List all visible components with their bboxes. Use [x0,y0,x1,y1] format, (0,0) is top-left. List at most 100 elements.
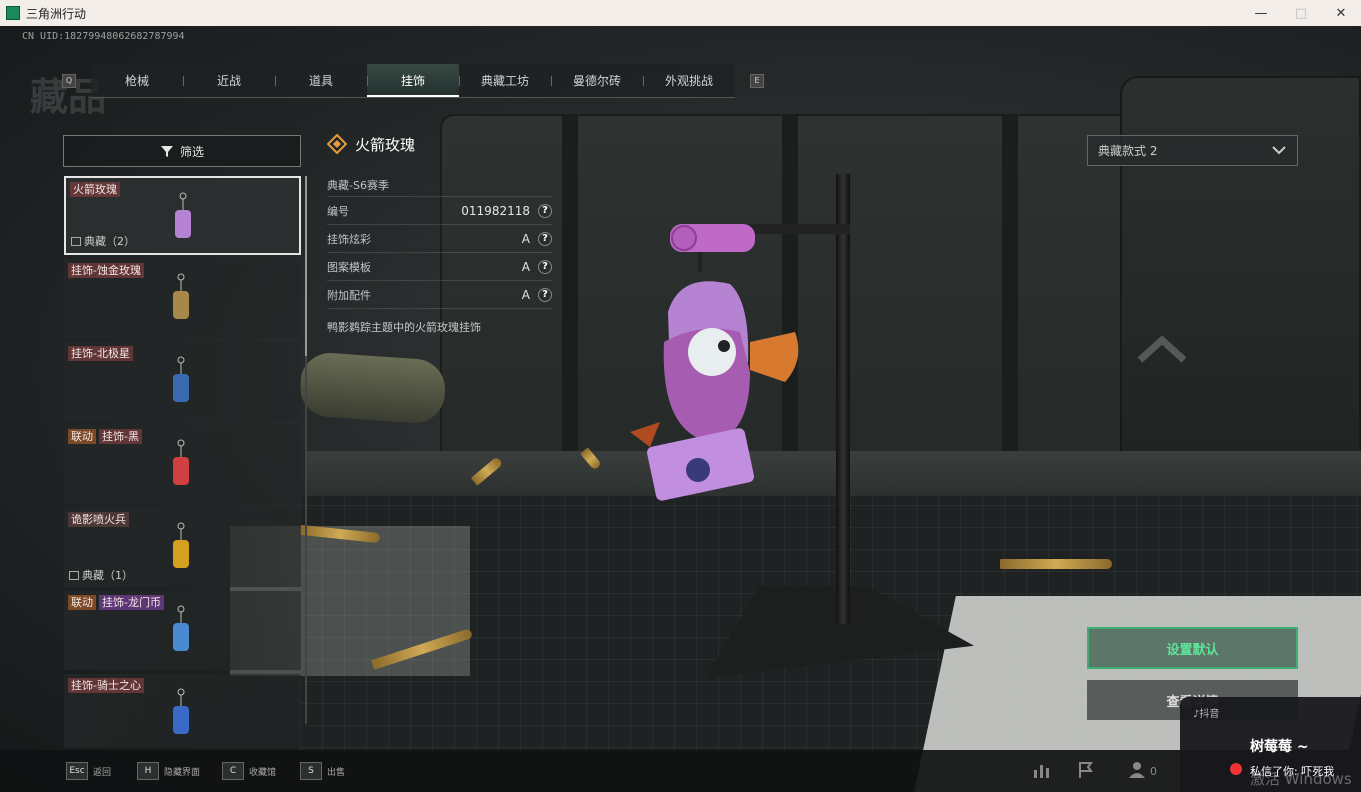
detail-value: A [521,259,530,274]
detail-row: 编号 011982118? [327,197,552,225]
friends-count: 0 [1150,765,1157,778]
item-tag: 挂饰-蚀金玫瑰 [68,263,144,278]
prev-tab-key[interactable]: Q [62,74,76,88]
hint-1[interactable]: H 隐藏界面 [137,762,200,780]
app-window: 三角洲行动 — □ ✕ 藏品 CN UID:182799480626827879… [0,0,1361,792]
item-tags: 诡影喷火兵 [68,512,129,527]
app-logo-icon [6,6,20,20]
detail-row: 附加配件 A? [327,281,552,309]
list-item[interactable]: 诡影喷火兵典藏（1） [64,508,301,587]
hint-2[interactable]: C 收藏馆 [222,762,276,780]
hint-key: Esc [66,762,88,780]
item-name: 火箭玫瑰 [355,135,416,154]
send-icon [1230,763,1242,775]
item-thumbnail [175,192,191,238]
detail-label: 挂饰炫彩 [327,232,371,246]
detail-value: A [521,287,530,302]
item-tag: 联动 [68,429,96,444]
hint-0[interactable]: Esc 返回 [66,762,111,780]
window-title: 三角洲行动 [26,6,87,21]
help-icon[interactable]: ? [538,259,552,274]
style-select-value: 典藏款式 2 [1098,144,1158,158]
hint-key: H [137,762,159,780]
rocket-rose-charm [630,224,799,501]
window-titlebar: 三角洲行动 — □ ✕ [0,0,1361,26]
friends-icon[interactable] [1127,760,1147,780]
help-icon[interactable]: ? [538,203,552,218]
item-list: 火箭玫瑰 典藏（2） 挂饰-蚀金玫瑰 挂饰-北极星 联动 挂饰-黑 诡影喷火兵 典藏（1） 联动… [64,176,301,748]
item-tags: 联动 挂饰-黑 [68,429,142,444]
item-tag: 挂饰-黑 [99,429,142,444]
tab-3[interactable]: 挂饰 [367,64,459,97]
hint-label: 收藏馆 [249,767,277,778]
item-tags: 挂饰-蚀金玫瑰 [68,263,144,278]
help-icon[interactable]: ? [538,287,552,302]
item-tag: 挂饰-龙门币 [99,595,164,610]
filter-button[interactable]: 筛选 [63,135,301,167]
hint-key: S [300,762,322,780]
detail-value: A [521,231,530,246]
tab-0[interactable]: 枪械 [91,64,183,97]
notification-user: 树莓莓 ~ [1250,739,1309,755]
tab-1[interactable]: 近战 [183,64,275,97]
rarity-icon [69,570,79,580]
minimize-button[interactable]: — [1241,0,1281,26]
item-tags: 联动 挂饰-龙门币 [68,595,164,610]
item-tag: 诡影喷火兵 [68,512,129,527]
item-tag: 挂饰-骑士之心 [68,678,144,693]
rarity-icon [71,236,81,246]
item-tag: 火箭玫瑰 [70,182,120,197]
item-thumbnail [173,439,189,485]
notification-app: ♪抖音 [1193,709,1220,720]
tab-4[interactable]: 典藏工坊 [459,64,551,97]
hint-key: C [222,762,244,780]
detail-row: 图案模板 A? [327,253,552,281]
next-tab-key[interactable]: E [750,74,764,88]
filter-icon [160,146,173,157]
item-rarity: 典藏（1） [69,567,133,583]
list-item[interactable]: 挂饰-北极星 [64,342,301,421]
list-item[interactable]: 挂饰-蚀金玫瑰 [64,259,301,338]
list-item[interactable]: 联动 挂饰-龙门币 [64,591,301,670]
item-thumbnail [173,273,189,319]
hint-label: 隐藏界面 [164,767,201,778]
tab-6[interactable]: 外观挑战 [643,64,735,97]
hint-label: 出售 [327,767,346,778]
tab-5[interactable]: 曼德尔砖 [551,64,643,97]
item-tags: 挂饰-骑士之心 [68,678,144,693]
close-button[interactable]: ✕ [1321,0,1361,26]
item-thumbnail [173,688,189,734]
rarity-diamond-icon [327,134,347,154]
list-item[interactable]: 火箭玫瑰典藏（2） [64,176,301,255]
list-scrollbar[interactable] [305,176,307,724]
list-item[interactable]: 挂饰-骑士之心 [64,674,301,748]
filter-label: 筛选 [179,144,204,159]
list-item[interactable]: 联动 挂饰-黑 [64,425,301,504]
hint-3[interactable]: S 出售 [300,762,345,780]
maximize-button[interactable]: □ [1281,0,1321,26]
detail-label: 编号 [327,204,349,218]
help-icon[interactable]: ? [538,231,552,246]
flag-icon[interactable] [1076,760,1096,780]
item-season: 典藏-S6赛季 [327,175,552,197]
item-thumbnail [173,356,189,402]
item-tags: 挂饰-北极星 [68,346,133,361]
item-tags: 火箭玫瑰 [70,182,120,197]
detail-row: 挂饰炫彩 A? [327,225,552,253]
stats-icon[interactable] [1032,760,1052,780]
player-uid: CN UID:1827994806268278799​4 [22,31,185,42]
stand-pole [836,174,850,624]
hint-label: 返回 [93,767,112,778]
item-thumbnail [173,605,189,651]
chevron-down-icon [1272,146,1286,155]
detail-value: 011982118 [461,203,530,218]
set-default-button[interactable]: 设置默认 [1087,627,1298,669]
item-rarity: 典藏（2） [71,233,135,249]
detail-label: 图案模板 [327,260,371,274]
item-description: 鸭影鹈踪主题中的火箭玫瑰挂饰 [327,321,481,334]
style-select[interactable]: 典藏款式 2 [1087,135,1298,166]
item-tag: 联动 [68,595,96,610]
canister [297,351,448,425]
tab-2[interactable]: 道具 [275,64,367,97]
detail-label: 附加配件 [327,288,371,302]
